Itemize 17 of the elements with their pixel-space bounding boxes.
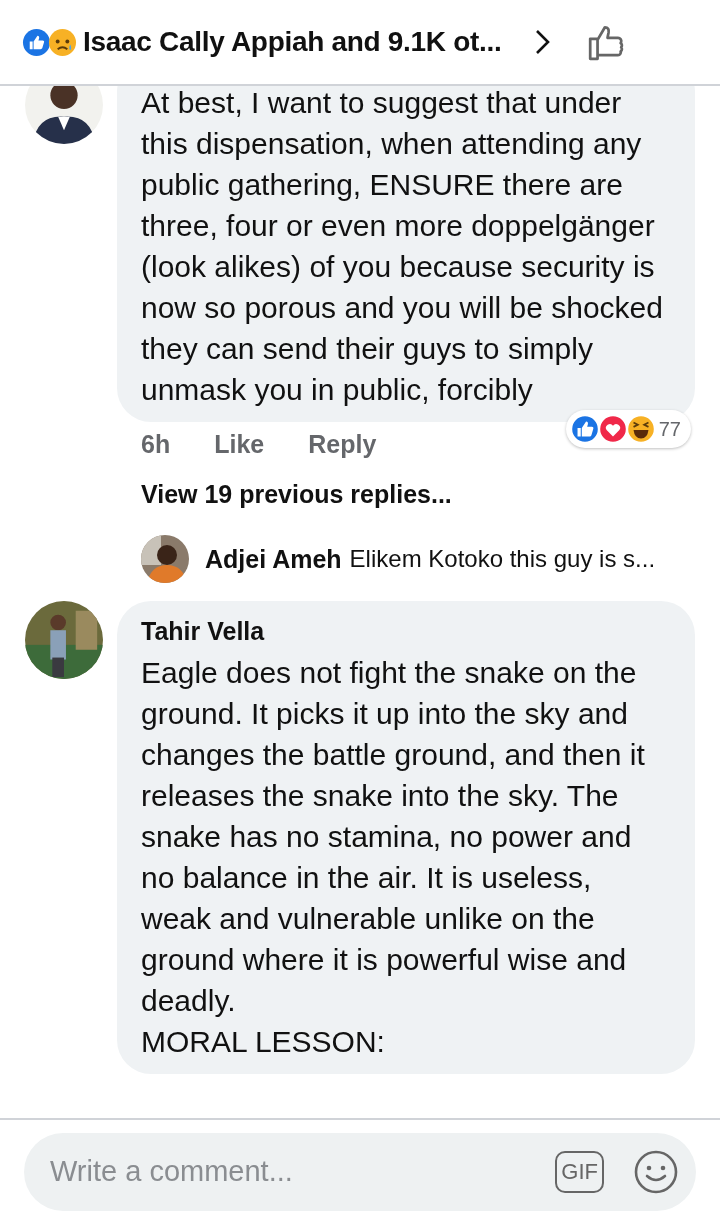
- gif-button[interactable]: GIF: [555, 1150, 604, 1193]
- comment-text: At best, I want to suggest that under this dispensation, when attending any public gathering, ENSURE there are three, four or even more doppelgänger (look alikes) of you because security is now so porous and you will be shocked they can send their guys to simply unmask you in public, forcibly: [141, 86, 664, 408]
- like-link[interactable]: Like: [214, 429, 265, 459]
- like-reaction-icon: [22, 27, 51, 57]
- sad-reaction-icon: [48, 27, 77, 57]
- comment-input[interactable]: Write a comment... GIF: [24, 1132, 696, 1211]
- comment-author[interactable]: Tahir Vella: [141, 617, 665, 646]
- reaction-badge[interactable]: 77: [565, 410, 691, 448]
- comment-text: Eagle does not fight the snake on the ground. It picks it up into the sky and changes the battle ground, and then it releases the snake into the sky. The snake has no stamina, no power and no balance in the air. It is useless, weak and vulnerable unlike on the ground where it is powerful wise and deadly. MORAL LESSON:: [141, 655, 646, 1060]
- emoji-icon[interactable]: [634, 1149, 678, 1194]
- view-replies-link[interactable]: View 19 previous replies...: [141, 480, 452, 509]
- reply-link[interactable]: Reply: [308, 429, 377, 459]
- reply-text[interactable]: Elikem Kotoko this guy is s...: [349, 545, 656, 573]
- reply-author[interactable]: Adjei Ameh: [205, 544, 342, 574]
- reaction-count: 77: [658, 417, 681, 441]
- comment-time: 6h: [141, 429, 171, 459]
- reactions-summary[interactable]: Isaac Cally Appiah and 9.1K ot...: [83, 26, 502, 58]
